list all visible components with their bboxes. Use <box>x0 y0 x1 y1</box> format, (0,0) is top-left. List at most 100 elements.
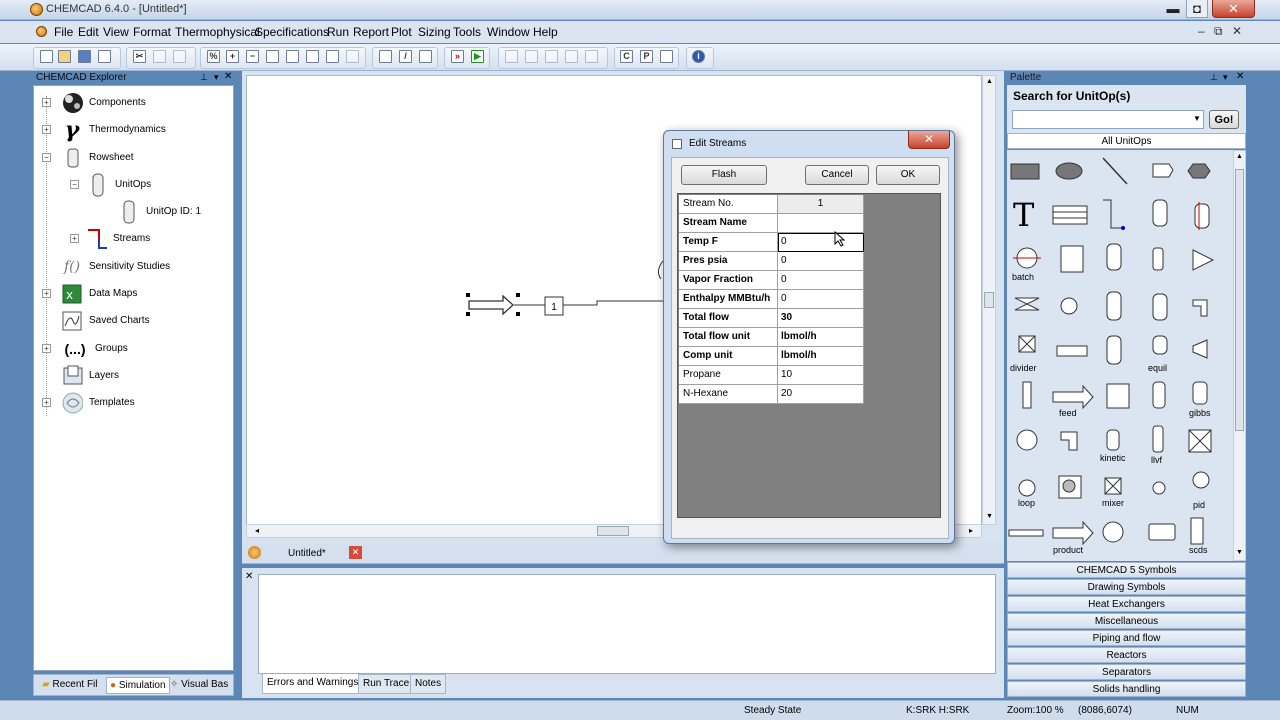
menu-file[interactable]: File <box>54 25 73 39</box>
zoom-percent-icon[interactable]: % <box>207 50 220 63</box>
print-icon[interactable] <box>379 50 392 63</box>
unit-tool-2-icon[interactable] <box>525 50 538 63</box>
tree-item-sensitivity[interactable]: f() Sensitivity Studies <box>61 253 170 280</box>
tree-item-unitop-1[interactable]: UnitOp ID: 1 <box>118 198 201 225</box>
pin-icon[interactable]: ⊥ <box>1210 72 1218 83</box>
cut-icon[interactable]: ✂ <box>133 50 146 63</box>
tree-item-data-maps[interactable]: + x Data Maps <box>42 280 137 307</box>
menu-tools[interactable]: Tools <box>453 25 481 39</box>
menu-window[interactable]: Window <box>487 25 530 39</box>
output-close-icon[interactable]: ✕ <box>245 571 253 582</box>
new-file-icon[interactable] <box>40 50 53 63</box>
go-button[interactable]: Go! <box>1209 110 1239 129</box>
scroll-thumb[interactable] <box>597 526 629 536</box>
chart-icon[interactable] <box>660 50 673 63</box>
unit-tool-3-icon[interactable] <box>545 50 558 63</box>
ok-button[interactable]: OK <box>876 165 940 185</box>
menu-help[interactable]: Help <box>533 25 558 39</box>
menu-plot[interactable]: Plot <box>391 25 412 39</box>
lock-icon[interactable] <box>419 50 432 63</box>
scroll-right-icon[interactable]: ▸ <box>969 526 973 535</box>
unit-tool-5-icon[interactable] <box>585 50 598 63</box>
scroll-thumb[interactable] <box>1235 169 1244 431</box>
expand-icon[interactable]: + <box>42 398 51 407</box>
grid-input[interactable]: lbmol/h <box>778 347 864 366</box>
info-icon[interactable]: i <box>692 50 705 63</box>
tree-item-flowsheet[interactable]: − Rowsheet <box>42 144 133 171</box>
palette-close-icon[interactable]: ✕ <box>1236 71 1244 82</box>
menu-report[interactable]: Report <box>353 25 389 39</box>
grid-input[interactable]: 0 <box>778 290 864 309</box>
category-reactors[interactable]: Reactors <box>1007 647 1246 663</box>
grid-input[interactable]: 0 <box>778 252 864 271</box>
palette-scrollbar[interactable]: ▲ ▼ <box>1233 150 1246 561</box>
scroll-up-icon[interactable]: ▲ <box>986 78 993 85</box>
tab-errors-warnings[interactable]: Errors and Warnings <box>262 674 364 694</box>
menu-run[interactable]: Run <box>327 25 349 39</box>
minimize-icon[interactable]: ▬ <box>1163 0 1183 18</box>
scroll-down-icon[interactable]: ▼ <box>986 513 993 520</box>
tree-item-saved-charts[interactable]: Saved Charts <box>61 307 150 334</box>
tree-item-templates[interactable]: + Templates <box>42 389 135 416</box>
tree-item-thermodynamics[interactable]: + γ Thermodynamics <box>42 116 166 143</box>
expand-icon[interactable]: + <box>70 234 79 243</box>
grid-input[interactable]: lbmol/h <box>778 328 864 347</box>
category-piping-flow[interactable]: Piping and flow <box>1007 630 1246 646</box>
tab-simulation[interactable]: ● Simulation <box>106 677 170 694</box>
tab-visual-basic[interactable]: ✧ Visual Bas <box>170 679 228 690</box>
category-miscellaneous[interactable]: Miscellaneous <box>1007 613 1246 629</box>
pointer-icon[interactable] <box>306 50 319 63</box>
pin-icon[interactable]: ⊥ <box>200 72 208 83</box>
tab-run-trace[interactable]: Run Trace <box>358 674 415 694</box>
tree-item-components[interactable]: + Components <box>42 89 146 116</box>
mdi-close-icon[interactable]: ✕ <box>1232 24 1242 38</box>
print-preview-icon[interactable] <box>98 50 111 63</box>
tree-item-groups[interactable]: + (...) Groups <box>42 335 128 362</box>
menu-edit[interactable]: Edit <box>78 25 99 39</box>
menu-format[interactable]: Format <box>133 25 171 39</box>
tab-notes[interactable]: Notes <box>410 674 447 694</box>
grid-input[interactable]: 20 <box>778 385 864 404</box>
run-step-icon[interactable]: » <box>451 50 464 63</box>
grid-input[interactable]: 10 <box>778 366 864 385</box>
scroll-left-icon[interactable]: ◂ <box>255 526 259 535</box>
grid-input[interactable]: 0 <box>778 233 864 252</box>
scroll-up-icon[interactable]: ▲ <box>1236 153 1243 160</box>
menu-thermophysical[interactable]: Thermophysical <box>175 25 260 39</box>
tab-close-icon[interactable]: ✕ <box>349 546 362 559</box>
collapse-icon[interactable]: − <box>42 153 51 162</box>
flash-button[interactable]: Flash <box>681 165 767 185</box>
vertical-scrollbar[interactable]: ▲ ▼ <box>982 75 996 525</box>
close-icon[interactable]: ✕ <box>1212 0 1255 18</box>
zoom-in-icon[interactable]: + <box>226 50 239 63</box>
category-separators[interactable]: Separators <box>1007 664 1246 680</box>
expand-icon[interactable]: + <box>42 98 51 107</box>
scroll-down-icon[interactable]: ▼ <box>1236 549 1243 556</box>
grid-input[interactable] <box>778 214 864 233</box>
paste-icon[interactable] <box>173 50 186 63</box>
tree-item-streams[interactable]: + Streams <box>70 225 150 252</box>
redraw-icon[interactable] <box>326 50 339 63</box>
category-solids-handling[interactable]: Solids handling <box>1007 681 1246 697</box>
tab-untitled[interactable]: Untitled* <box>288 548 326 559</box>
expand-icon[interactable]: + <box>42 125 51 134</box>
zoom-out-icon[interactable]: − <box>246 50 259 63</box>
chevron-down-icon[interactable]: ▼ <box>1193 114 1201 123</box>
category-all-unitops[interactable]: All UnitOps <box>1007 133 1246 149</box>
scroll-thumb[interactable] <box>984 292 994 308</box>
dropdown-icon[interactable]: ▾ <box>1223 72 1228 83</box>
dialog-close-icon[interactable]: ✕ <box>908 131 950 149</box>
category-heat-exchangers[interactable]: Heat Exchangers <box>1007 596 1246 612</box>
menu-view[interactable]: View <box>103 25 129 39</box>
copy-icon[interactable] <box>153 50 166 63</box>
grid-input[interactable]: 30 <box>778 309 864 328</box>
category-drawing-symbols[interactable]: Drawing Symbols <box>1007 579 1246 595</box>
unit-tool-4-icon[interactable] <box>565 50 578 63</box>
link-icon[interactable]: / <box>399 50 412 63</box>
output-text-area[interactable] <box>258 574 996 674</box>
zoom-fit-icon[interactable] <box>266 50 279 63</box>
refresh-icon[interactable] <box>346 50 359 63</box>
p-button[interactable]: P <box>640 50 653 63</box>
menu-specifications[interactable]: Specifications <box>255 25 329 39</box>
mdi-restore-icon[interactable]: ⧉ <box>1214 24 1223 39</box>
